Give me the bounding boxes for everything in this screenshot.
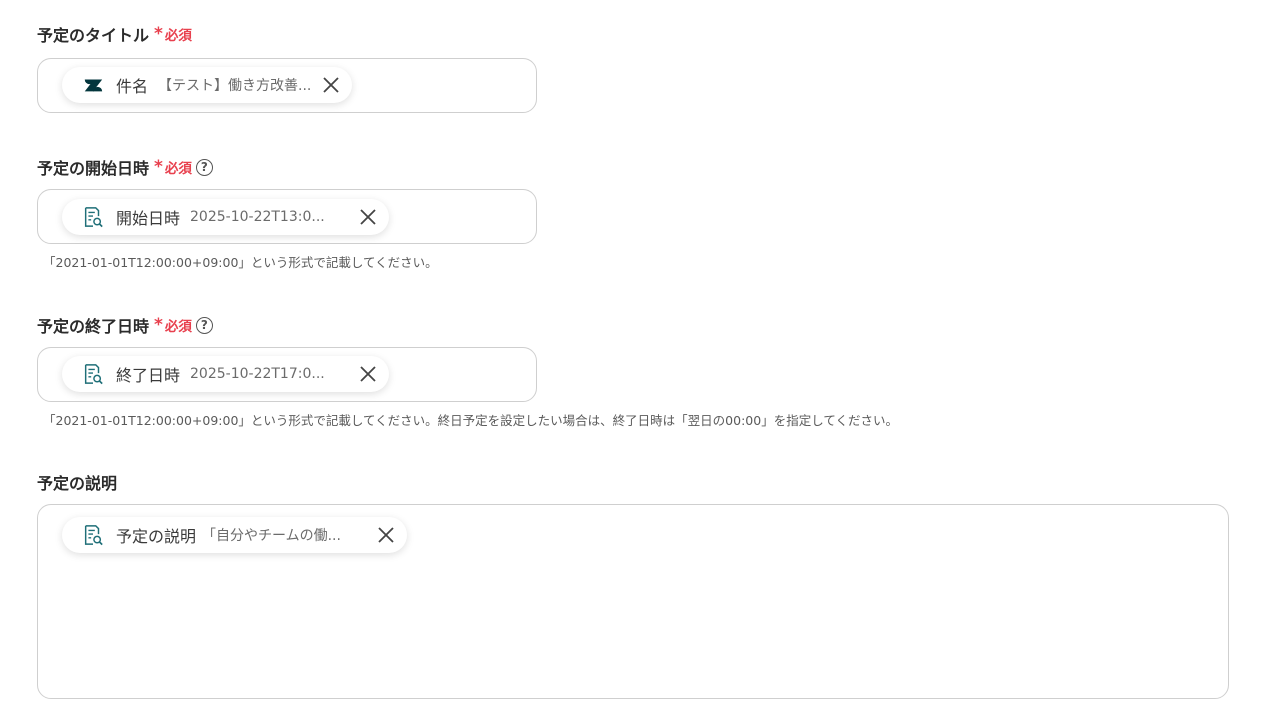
chip-value: 【テスト】働き方改善... [158,78,312,94]
label-text: 予定の説明 [37,474,118,493]
close-icon[interactable] [377,526,395,544]
end-datetime-input[interactable]: 終了日時 2025-10-22T17:0... [37,347,537,402]
title-input[interactable]: 件名 【テスト】働き方改善... [37,58,537,113]
required-star: * [154,315,163,335]
document-search-icon [82,524,104,546]
variable-chip-subject[interactable]: 件名 【テスト】働き方改善... [62,67,352,103]
chip-value: 「自分やチームの働... [202,528,341,544]
description-textarea[interactable]: 予定の説明 「自分やチームの働... [37,504,1229,699]
required-badge: 必須 [164,28,192,44]
variable-chip-description[interactable]: 予定の説明 「自分やチームの働... [62,517,407,553]
field-label-title: 予定のタイトル * 必須 [37,22,192,46]
label-text: 予定の開始日時 [37,159,150,178]
help-icon[interactable]: ? [195,316,213,334]
variable-chip-end[interactable]: 終了日時 2025-10-22T17:0... [62,356,389,392]
start-datetime-input[interactable]: 開始日時 2025-10-22T13:0... [37,189,537,244]
chip-name: 開始日時 [116,209,181,228]
label-text: 予定の終了日時 [37,317,150,336]
label-text: 予定のタイトル [37,26,150,45]
required-star: * [154,24,163,44]
close-icon[interactable] [359,365,377,383]
zendesk-icon [82,74,104,96]
document-search-icon [82,206,104,228]
chip-value: 2025-10-22T17:0... [190,366,325,382]
field-label-start: 予定の開始日時 * 必須 ? [37,155,213,179]
required-badge: 必須 [164,319,192,335]
required-star: * [154,157,163,177]
chip-name: 件名 [116,77,149,96]
chip-value: 2025-10-22T13:0... [190,209,325,225]
end-hint: 「2021-01-01T12:00:00+09:00」という形式で記載してくださ… [43,413,898,428]
close-icon[interactable] [359,208,377,226]
help-icon[interactable]: ? [195,158,213,176]
document-search-icon [82,363,104,385]
chip-name: 予定の説明 [116,527,197,546]
chip-name: 終了日時 [116,366,181,385]
field-label-description: 予定の説明 [37,470,117,494]
field-label-end: 予定の終了日時 * 必須 ? [37,313,213,337]
required-badge: 必須 [164,161,192,177]
variable-chip-start[interactable]: 開始日時 2025-10-22T13:0... [62,199,389,235]
start-hint: 「2021-01-01T12:00:00+09:00」という形式で記載してくださ… [43,255,438,270]
close-icon[interactable] [322,76,340,94]
